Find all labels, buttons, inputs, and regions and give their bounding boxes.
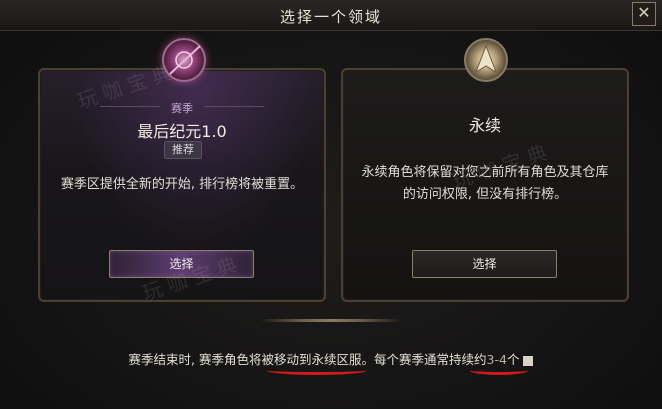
eternal-description: 永续角色将保留对您之前所有角色及其仓库的访问权限, 但没有排行榜。: [361, 165, 609, 202]
footer-text-4: 约: [474, 352, 487, 367]
seasonal-crest-icon: [162, 38, 206, 82]
select-eternal-button[interactable]: 选择: [412, 250, 557, 278]
footer-text-3: 。每个赛季通常持续: [361, 352, 475, 367]
close-icon: ✕: [637, 3, 651, 22]
red-underline-annotation-2: [470, 366, 528, 375]
eternal-realm-card[interactable]: 永续 永续角色将保留对您之前所有角色及其仓库的访问权限, 但没有排行榜。 选择: [341, 68, 629, 302]
dialog-title: 选择一个领域: [279, 8, 382, 26]
recommended-badge: 推荐: [164, 141, 202, 159]
title-bar: 选择一个领域 ✕: [0, 0, 662, 31]
seasonal-tag: 赛季: [171, 102, 193, 115]
seasonal-realm-card[interactable]: 赛季 最后纪元1.0 推荐 赛季区提供全新的开始, 排行榜将被重置。 选择: [38, 68, 326, 302]
footer-text-2: 被移动到永续区服: [261, 352, 362, 367]
red-underline-annotation: [267, 366, 367, 375]
seasonal-description: 赛季区提供全新的开始, 排行榜将被重置。: [60, 177, 304, 192]
seasonal-realm-name: 最后纪元1.0: [137, 122, 227, 141]
tag-divider-right: [204, 106, 264, 107]
realm-select-dialog: 选择一个领域 ✕ 赛季 最后纪元1.0 推荐 赛季区提供全新的开始, 排行榜将被…: [0, 0, 662, 409]
footer-text-1: 赛季结束时, 赛季角色将: [128, 352, 262, 367]
truncated-glyph-icon: [523, 355, 534, 366]
close-button[interactable]: ✕: [632, 2, 656, 26]
eternal-realm-name: 永续: [468, 116, 501, 135]
footer-divider: [260, 319, 402, 322]
season-length-range: 3-4: [486, 352, 507, 367]
select-seasonal-button[interactable]: 选择: [109, 250, 254, 278]
eternal-crest-icon: [464, 38, 508, 82]
footer-text-5: 个: [506, 352, 520, 367]
